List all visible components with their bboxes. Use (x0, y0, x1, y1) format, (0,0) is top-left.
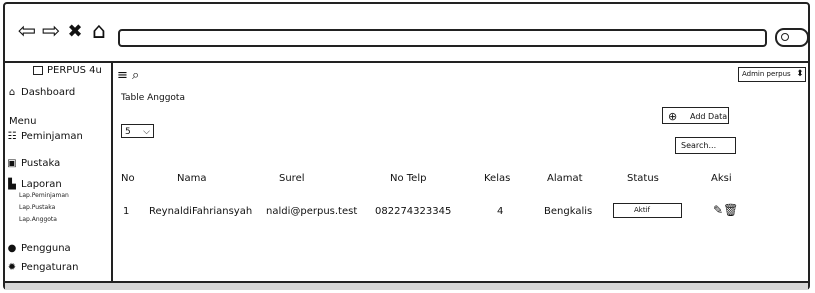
status-badge[interactable]: Aktif (613, 203, 682, 218)
cell-surel: naldi@perpus.test (266, 206, 358, 217)
column-header-alamat: Alamat (547, 173, 583, 184)
sidebar-subitem-lap-peminjaman[interactable]: Lap.Peminjaman (19, 192, 69, 199)
add-data-label: Add Data (690, 112, 728, 121)
sidebar-item-pengaturan[interactable]: ✹ Pengaturan (7, 262, 79, 273)
list-icon: ☷ (7, 131, 17, 142)
browser-window: ⇦ ⇨ ✖ ⌂ PERPUS 4u ⌂ Dashboard Menu ☷ Pem… (3, 2, 810, 290)
cell-kelas: 4 (497, 206, 504, 217)
address-bar[interactable] (118, 29, 767, 47)
user-icon: ● (7, 243, 17, 254)
sidebar-item-label: Peminjaman (21, 131, 83, 142)
user-dropdown[interactable]: Admin perpus (738, 67, 806, 82)
sidebar-item-label: Laporan (21, 179, 62, 190)
page-size-value: 5 (125, 127, 131, 137)
sidebar-item-peminjaman[interactable]: ☷ Peminjaman (7, 131, 83, 142)
header-icons: ≡ ⌕ (117, 68, 139, 83)
page-size-select[interactable]: 5 ⌵ (121, 124, 154, 138)
column-header-surel: Surel (279, 173, 305, 184)
delete-icon[interactable]: 🗑 (723, 203, 738, 217)
sidebar-item-pustaka[interactable]: ▣ Pustaka (7, 158, 60, 169)
column-header-no: No (121, 173, 135, 184)
search-toggle-icon[interactable] (775, 28, 809, 47)
column-header-nama: Nama (177, 173, 207, 184)
sidebar-item-label: Pengaturan (21, 262, 79, 273)
sidebar-item-label: Pengguna (21, 243, 71, 254)
cell-alamat: Bengkalis (544, 206, 593, 217)
book-icon (33, 66, 43, 75)
sidebar-subitem-lap-pustaka[interactable]: Lap.Pustaka (19, 204, 55, 211)
edit-icon[interactable]: ✎ (713, 203, 723, 217)
sidebar: PERPUS 4u ⌂ Dashboard Menu ☷ Peminjaman … (5, 61, 113, 281)
page-title: Table Anggota (121, 93, 185, 103)
forward-icon[interactable]: ⇨ (41, 21, 61, 43)
close-icon[interactable]: ✖ (65, 21, 85, 43)
column-header-no-telp: No Telp (390, 173, 427, 184)
cell-no: 1 (123, 206, 130, 217)
book-icon: ▣ (7, 158, 17, 169)
row-actions: ✎🗑 (713, 203, 738, 217)
column-header-aksi: Aksi (711, 173, 732, 184)
browser-toolbar: ⇦ ⇨ ✖ ⌂ (5, 4, 809, 63)
sidebar-section-menu: Menu (9, 116, 36, 127)
sidebar-item-label: Pustaka (21, 158, 61, 169)
main-content: ≡ ⌕ Admin perpus Table Anggota ⊕ Add Dat… (113, 61, 808, 281)
column-header-status: Status (627, 173, 659, 184)
sidebar-subitem-lap-anggota[interactable]: Lap.Anggota (19, 216, 57, 223)
home-icon[interactable]: ⌂ (89, 21, 109, 43)
sidebar-item-dashboard[interactable]: ⌂ Dashboard (7, 87, 75, 98)
home-icon: ⌂ (8, 87, 16, 98)
brand-logo: PERPUS 4u (33, 65, 102, 76)
status-bar (5, 281, 808, 290)
hamburger-icon[interactable]: ≡ (117, 68, 128, 83)
gear-icon: ✹ (7, 262, 17, 273)
brand-name: PERPUS 4u (47, 65, 102, 76)
search-icon[interactable]: ⌕ (132, 68, 139, 83)
column-header-kelas: Kelas (484, 173, 511, 184)
sidebar-item-laporan[interactable]: ▙ Laporan (7, 179, 62, 190)
search-input[interactable]: Search... (675, 137, 736, 154)
cell-no-telp: 082274323345 (375, 206, 452, 217)
sidebar-item-label: Dashboard (21, 87, 76, 98)
report-icon: ▙ (8, 179, 16, 190)
plus-circle-icon: ⊕ (668, 110, 678, 123)
section-label: Menu (9, 116, 37, 127)
cell-nama: ReynaldiFahriansyah (149, 206, 253, 217)
add-data-button[interactable]: ⊕ Add Data (662, 107, 729, 124)
back-icon[interactable]: ⇦ (17, 21, 37, 43)
sidebar-item-pengguna[interactable]: ● Pengguna (7, 243, 71, 254)
chevron-down-icon: ⌵ (143, 127, 150, 137)
